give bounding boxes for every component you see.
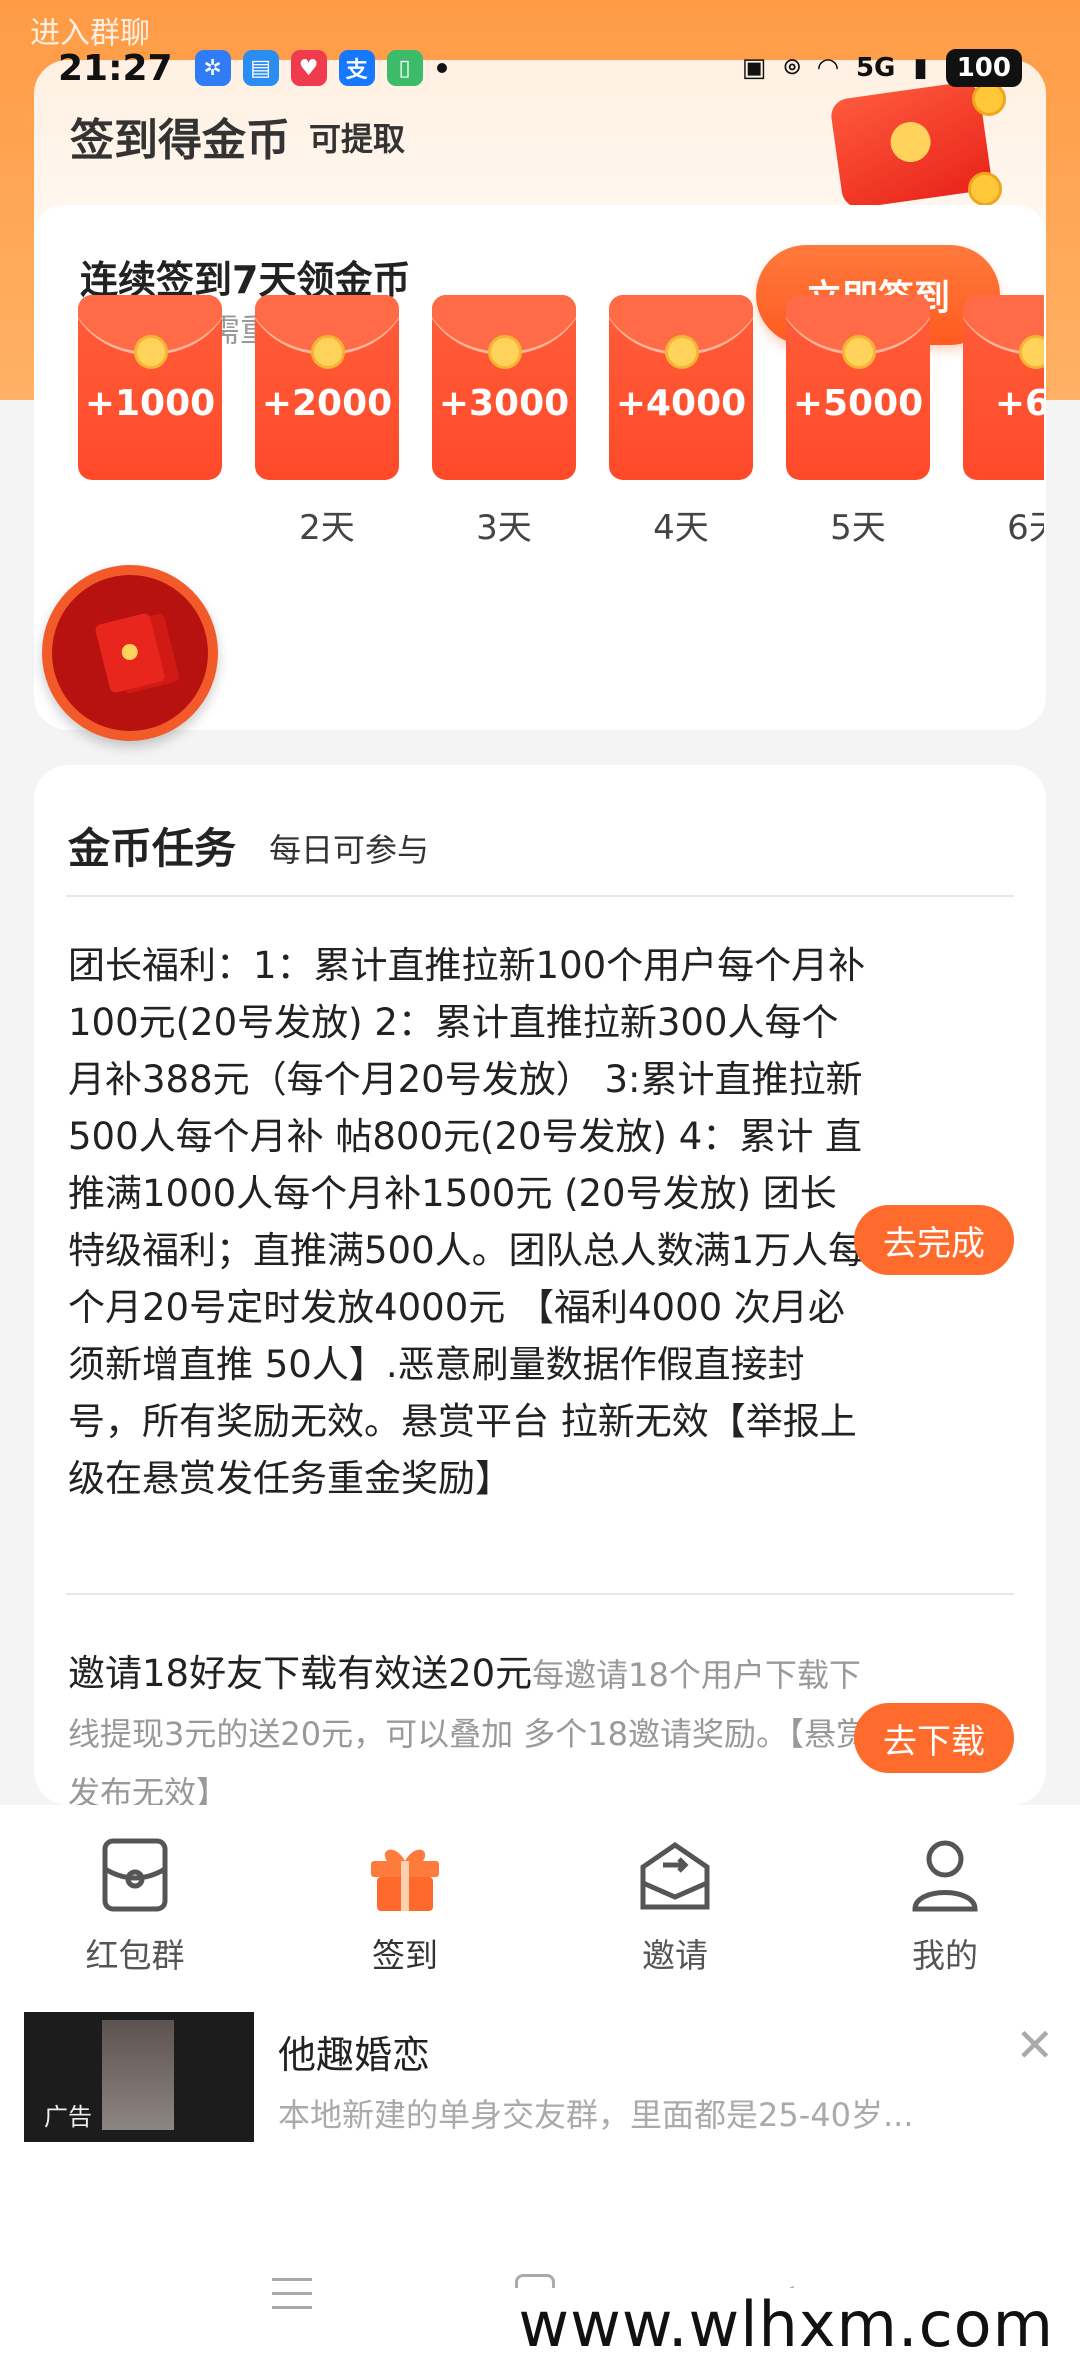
day-label: 5天 bbox=[830, 508, 886, 548]
day-reward-5[interactable]: +5000 5天 bbox=[786, 295, 930, 549]
reward-amount: +4000 bbox=[615, 383, 747, 424]
day-reward-1[interactable]: +1000 bbox=[78, 295, 222, 500]
battery-app-icon: ▯ bbox=[386, 50, 423, 86]
day-label: 2天 bbox=[299, 508, 355, 548]
ad-photo bbox=[102, 2020, 174, 2130]
watermark: www.wlhxm.com bbox=[512, 2288, 1060, 2361]
signin-days-row: +1000 +2000 2天 +3000 3天 +4000 4天 +5000 5… bbox=[44, 295, 1044, 548]
day-label: 4天 bbox=[653, 508, 709, 548]
wifi-icon: ◠ bbox=[817, 53, 838, 83]
tab-invite[interactable]: 邀请 bbox=[540, 1805, 810, 2000]
pinwheel-app-icon: ✲ bbox=[194, 50, 231, 86]
divider bbox=[66, 895, 1014, 897]
task-subtitle: 每日可参与 bbox=[269, 831, 430, 869]
tab-red-packet-group[interactable]: 红包群 bbox=[0, 1805, 270, 2000]
signin-title: 签到得金币 bbox=[70, 115, 290, 166]
task-heading: 邀请18好友下载有效送20元 bbox=[68, 1652, 533, 1695]
ad-tag: 广告 bbox=[44, 2103, 92, 2131]
reward-amount: +5000 bbox=[792, 383, 924, 424]
floating-red-packet-button[interactable] bbox=[42, 565, 218, 741]
tab-mine[interactable]: 我的 bbox=[810, 1805, 1080, 2000]
red-packet-icon bbox=[94, 612, 166, 694]
signin-subtitle: 可提取 bbox=[309, 120, 406, 158]
close-icon[interactable]: ✕ bbox=[1015, 2018, 1054, 2072]
coin-icon bbox=[968, 172, 1002, 206]
profile-icon bbox=[912, 1840, 978, 1912]
day-reward-4[interactable]: +4000 4天 bbox=[609, 295, 753, 549]
task-description: 团长福利：1：累计直推拉新100个用户每个月补100元(20号发放) 2：累计直… bbox=[68, 944, 866, 1500]
day-reward-2[interactable]: +2000 2天 bbox=[255, 295, 399, 549]
more-notifications-dot bbox=[436, 63, 447, 73]
red-envelope-icon: +2000 bbox=[255, 295, 399, 480]
gift-icon bbox=[371, 1849, 439, 1911]
reward-amount: +1000 bbox=[84, 383, 216, 424]
download-task-button[interactable]: 去下载 bbox=[854, 1703, 1014, 1773]
day-label: 3天 bbox=[476, 508, 532, 548]
complete-task-button[interactable]: 去完成 bbox=[854, 1205, 1014, 1275]
day-label: 6天 bbox=[1007, 508, 1044, 548]
red-envelope-icon: +60 bbox=[963, 295, 1044, 480]
reward-amount: +3000 bbox=[438, 383, 570, 424]
tab-label: 邀请 bbox=[642, 1936, 708, 1975]
task-item-leader-benefit: 团长福利：1：累计直推拉新100个用户每个月补100元(20号发放) 2：累计直… bbox=[68, 937, 868, 1507]
reward-amount: +60 bbox=[994, 383, 1044, 424]
recent-apps-icon[interactable] bbox=[272, 2278, 312, 2318]
signal-icon: ▮ bbox=[913, 53, 928, 83]
tab-label: 红包群 bbox=[85, 1936, 185, 1975]
divider bbox=[66, 1593, 1014, 1595]
task-item-invite: 邀请18好友下载有效送20元每邀请18个用户下载下线提现3元的送20元，可以叠加… bbox=[68, 1645, 868, 1805]
invite-envelope-icon bbox=[640, 1841, 710, 1910]
network-label: 5G bbox=[855, 53, 896, 83]
love-app-icon: ♥ bbox=[290, 50, 327, 86]
tab-label: 签到 bbox=[372, 1936, 438, 1975]
red-packet-group-icon bbox=[102, 1838, 168, 1912]
red-envelope-icon: +4000 bbox=[609, 295, 753, 480]
location-icon: ⌾ bbox=[784, 52, 800, 83]
status-right-group: ▣ ⌾ ◠ 5G ▮ 100 bbox=[742, 49, 1022, 87]
ad-description: 本地新建的单身交友群，里面都是25-40岁... bbox=[278, 2096, 914, 2134]
notification-icons: ✲ ▤ ♥ 支 ▯ bbox=[194, 50, 423, 86]
message-app-icon: ▤ bbox=[242, 50, 279, 86]
status-bar: 21:27 ✲ ▤ ♥ 支 ▯ ▣ ⌾ ◠ 5G ▮ 100 bbox=[0, 40, 1080, 96]
nfc-icon: ▣ bbox=[741, 53, 767, 83]
day-reward-6[interactable]: +60 6天 bbox=[963, 295, 1044, 549]
status-time: 21:27 bbox=[58, 47, 173, 89]
app-screen: 进入群聊 签到得金币 可提取 连续签到7天领金币 中途断签需重新签到 立即签到 … bbox=[0, 0, 1080, 2362]
bottom-tab-bar: 红包群 签到 邀请 我的 bbox=[0, 1805, 1080, 2000]
battery-indicator: 100 bbox=[945, 49, 1022, 87]
ad-banner[interactable]: 广告 他趣婚恋 本地新建的单身交友群，里面都是25-40岁... ✕ bbox=[0, 2000, 1080, 2150]
day-reward-3[interactable]: +3000 3天 bbox=[432, 295, 576, 549]
alipay-app-icon: 支 bbox=[338, 50, 375, 86]
tab-label: 我的 bbox=[912, 1936, 978, 1975]
red-envelope-icon: +3000 bbox=[432, 295, 576, 480]
task-title: 金币任务 bbox=[68, 824, 237, 873]
coin-task-card: 金币任务 每日可参与 团长福利：1：累计直推拉新100个用户每个月补100元(2… bbox=[34, 765, 1046, 1805]
red-envelope-icon: +1000 bbox=[78, 295, 222, 480]
ad-title: 他趣婚恋 bbox=[278, 2033, 431, 2077]
tab-signin[interactable]: 签到 bbox=[270, 1805, 540, 2000]
ad-thumbnail: 广告 bbox=[24, 2012, 254, 2142]
red-envelope-icon: +5000 bbox=[786, 295, 930, 480]
reward-amount: +2000 bbox=[261, 383, 393, 424]
